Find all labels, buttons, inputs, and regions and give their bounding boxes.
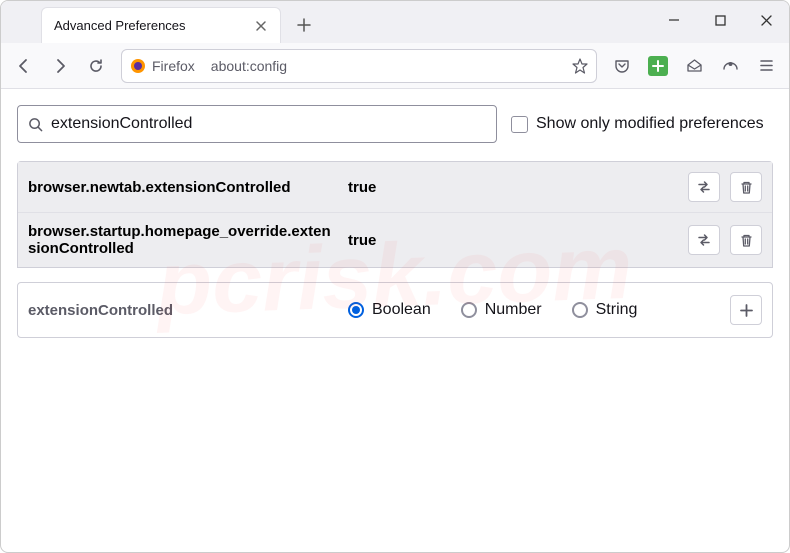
mail-icon[interactable] bbox=[677, 49, 711, 83]
extension-icon[interactable] bbox=[641, 49, 675, 83]
preference-row[interactable]: browser.startup.homepage_override.extens… bbox=[18, 213, 772, 267]
radio-icon bbox=[572, 302, 588, 318]
search-box[interactable] bbox=[17, 105, 497, 143]
pocket-icon[interactable] bbox=[605, 49, 639, 83]
preference-value: true bbox=[348, 179, 678, 196]
browser-tab[interactable]: Advanced Preferences bbox=[41, 7, 281, 43]
identity-label: Firefox bbox=[152, 58, 195, 74]
maximize-button[interactable] bbox=[697, 1, 743, 39]
type-radio-group: Boolean Number String bbox=[348, 301, 720, 319]
checkbox-icon bbox=[511, 116, 528, 133]
radio-string[interactable]: String bbox=[572, 301, 638, 319]
bookmark-star-icon[interactable] bbox=[572, 58, 588, 74]
forward-button[interactable] bbox=[43, 49, 77, 83]
toggle-button[interactable] bbox=[688, 225, 720, 255]
close-window-button[interactable] bbox=[743, 1, 789, 39]
checkbox-label: Show only modified preferences bbox=[536, 115, 764, 133]
new-tab-button[interactable] bbox=[289, 10, 319, 40]
navigation-toolbar: Firefox about:config bbox=[1, 43, 789, 89]
search-icon bbox=[28, 117, 43, 132]
back-button[interactable] bbox=[7, 49, 41, 83]
show-modified-checkbox[interactable]: Show only modified preferences bbox=[511, 115, 764, 133]
radio-label-text: Number bbox=[485, 301, 542, 319]
new-preference-name: extensionControlled bbox=[28, 302, 338, 319]
delete-button[interactable] bbox=[730, 225, 762, 255]
title-bar: Advanced Preferences bbox=[1, 1, 789, 43]
delete-button[interactable] bbox=[730, 172, 762, 202]
preference-value: true bbox=[348, 232, 678, 249]
minimize-button[interactable] bbox=[651, 1, 697, 39]
radio-label-text: String bbox=[596, 301, 638, 319]
app-menu-button[interactable] bbox=[749, 49, 783, 83]
url-text: about:config bbox=[211, 58, 564, 74]
radio-label-text: Boolean bbox=[372, 301, 431, 319]
toggle-button[interactable] bbox=[688, 172, 720, 202]
new-preference-row: extensionControlled Boolean Number Strin… bbox=[17, 282, 773, 338]
reload-button[interactable] bbox=[79, 49, 113, 83]
preference-results: browser.newtab.extensionControlled true … bbox=[17, 161, 773, 268]
radio-icon bbox=[348, 302, 364, 318]
identity-box[interactable]: Firefox bbox=[130, 58, 203, 74]
window-frame: Advanced Preferences bbox=[0, 0, 790, 553]
page-content: Show only modified preferences browser.n… bbox=[1, 89, 789, 354]
account-icon[interactable] bbox=[713, 49, 747, 83]
preference-name: browser.startup.homepage_override.extens… bbox=[28, 223, 338, 257]
preference-row[interactable]: browser.newtab.extensionControlled true bbox=[18, 162, 772, 213]
add-button[interactable] bbox=[730, 295, 762, 325]
url-bar[interactable]: Firefox about:config bbox=[121, 49, 597, 83]
radio-icon bbox=[461, 302, 477, 318]
radio-number[interactable]: Number bbox=[461, 301, 542, 319]
firefox-icon bbox=[130, 58, 146, 74]
preference-name: browser.newtab.extensionControlled bbox=[28, 179, 338, 196]
window-controls bbox=[651, 1, 789, 39]
radio-boolean[interactable]: Boolean bbox=[348, 301, 431, 319]
search-input[interactable] bbox=[51, 115, 486, 133]
tab-title: Advanced Preferences bbox=[54, 18, 252, 33]
close-tab-icon[interactable] bbox=[252, 17, 270, 35]
search-row: Show only modified preferences bbox=[17, 105, 773, 143]
